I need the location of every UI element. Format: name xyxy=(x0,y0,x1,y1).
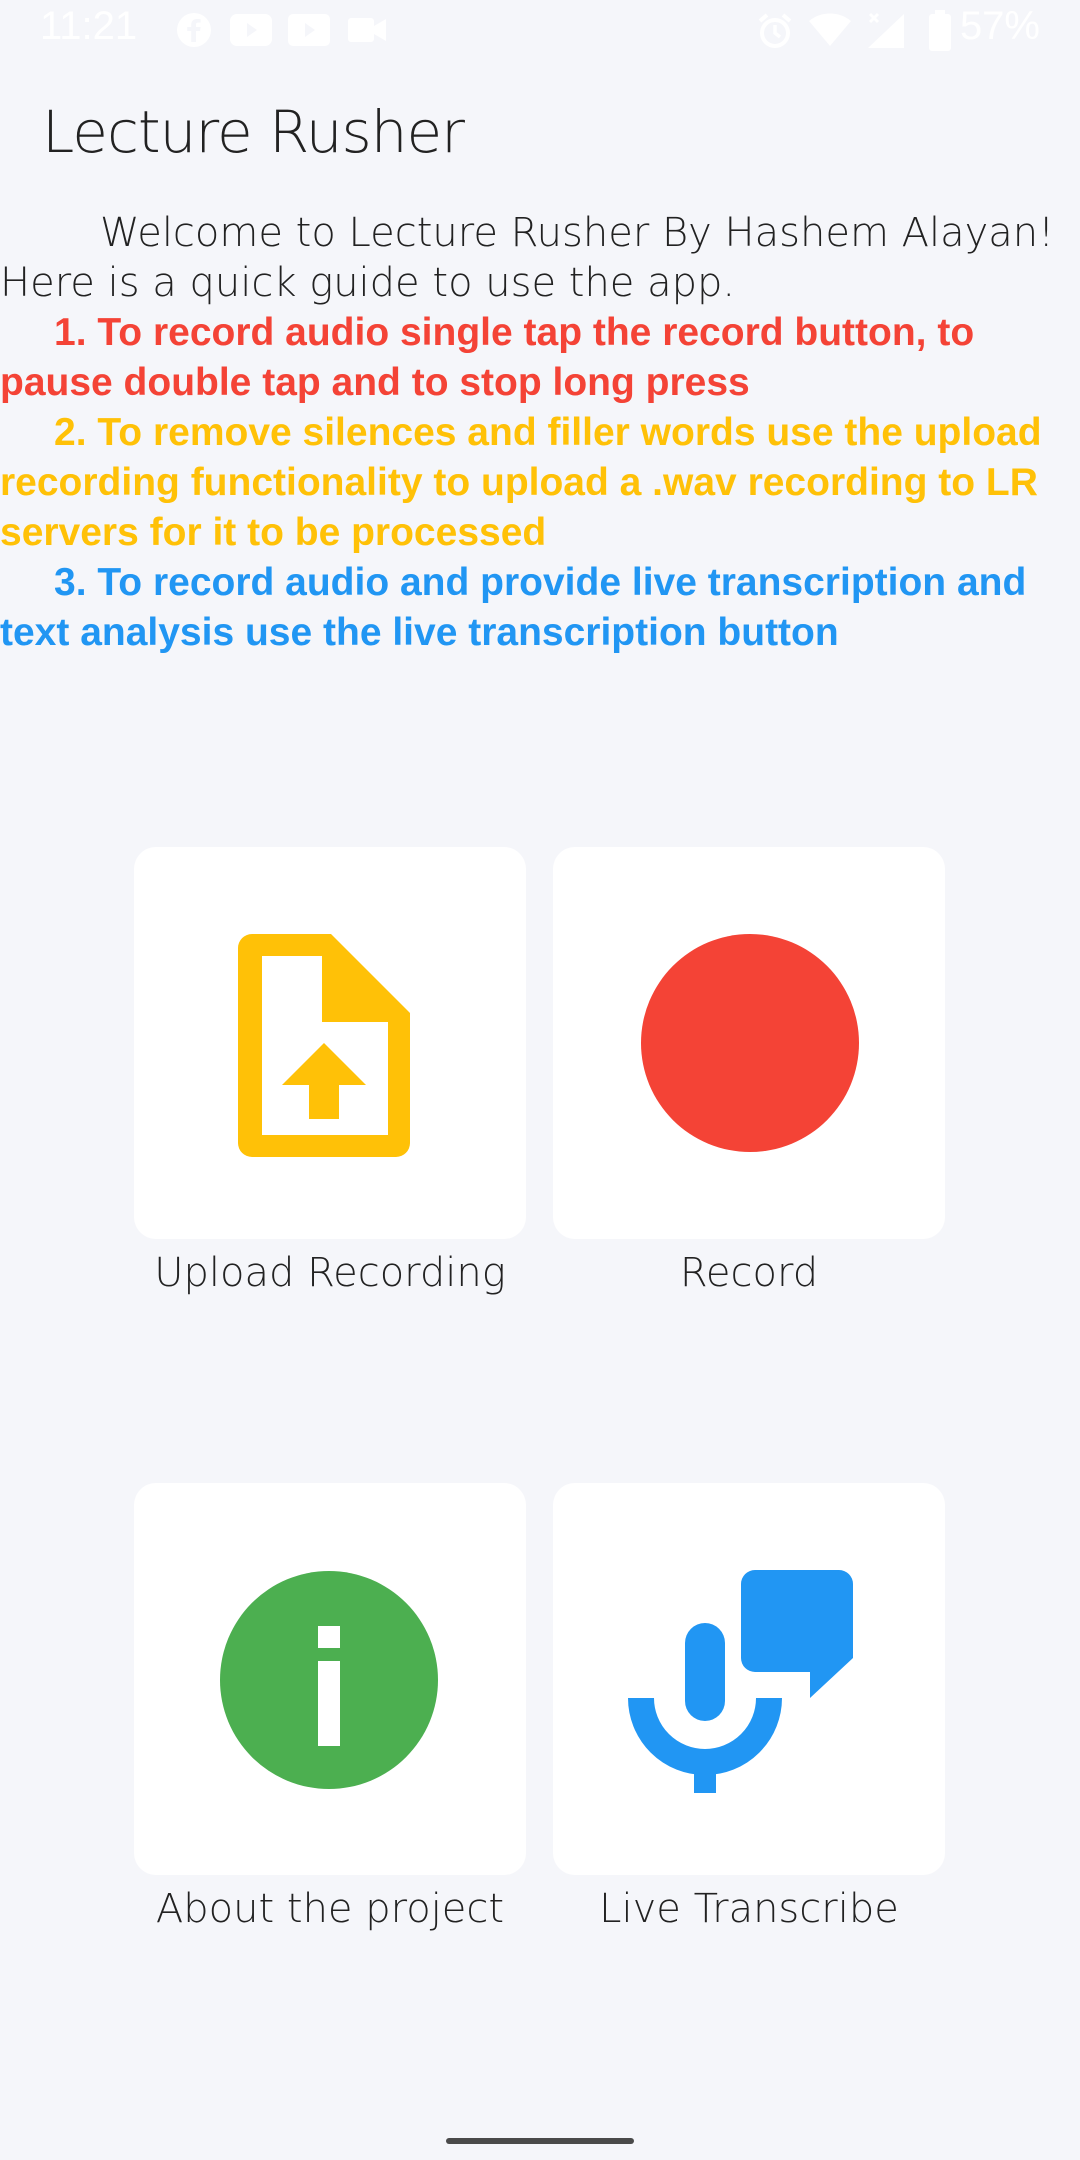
home-indicator[interactable] xyxy=(446,2138,634,2144)
live-transcribe-label: Live Transcribe xyxy=(599,1886,899,1932)
app-title: Lecture Rusher xyxy=(42,98,465,166)
alarm-icon xyxy=(758,13,792,48)
cell-signal-icon xyxy=(868,12,904,48)
record-circle-icon xyxy=(641,934,859,1152)
record-button[interactable] xyxy=(553,847,945,1239)
wifi-icon xyxy=(809,13,851,46)
guide: Welcome to Lecture Rusher By Hashem Alay… xyxy=(0,208,1080,658)
about-project-label: About the project xyxy=(155,1886,505,1932)
guide-step-live: 3. To record audio and provide live tran… xyxy=(0,561,1027,654)
welcome-text: Welcome to Lecture Rusher By Hashem Alay… xyxy=(0,210,1055,306)
live-transcribe-button[interactable] xyxy=(553,1483,945,1875)
video-camera-icon xyxy=(348,18,386,42)
battery-percent: 57% xyxy=(959,4,1040,48)
upload-recording-button[interactable] xyxy=(134,847,526,1239)
battery-icon xyxy=(929,10,951,51)
upload-recording-label: Upload Recording xyxy=(154,1250,506,1296)
record-label: Record xyxy=(679,1250,819,1296)
file-upload-icon xyxy=(238,934,410,1157)
video-app-icon xyxy=(288,14,330,46)
about-project-button[interactable] xyxy=(134,1483,526,1875)
status-bar: 11:21 57% xyxy=(0,0,1080,64)
info-icon xyxy=(220,1571,438,1789)
guide-step-record: 1. To record audio single tap the record… xyxy=(0,311,975,404)
facebook-icon xyxy=(177,13,211,47)
mic-speech-icon xyxy=(628,1570,853,1793)
guide-step-upload: 2. To remove silences and filler words u… xyxy=(0,411,1042,554)
youtube-icon xyxy=(230,14,272,46)
status-time: 11:21 xyxy=(40,4,138,48)
